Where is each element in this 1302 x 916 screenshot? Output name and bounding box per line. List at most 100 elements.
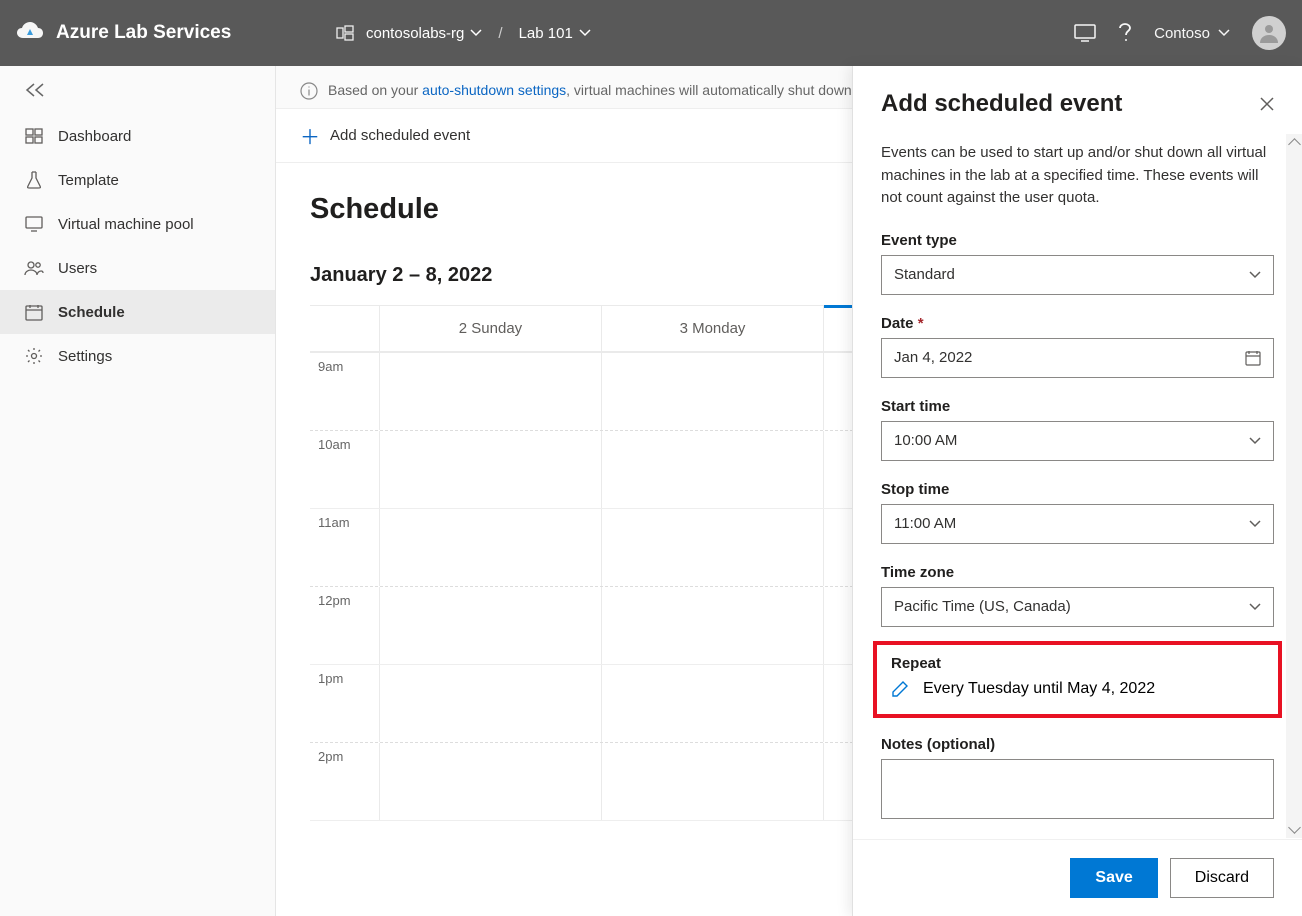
save-button[interactable]: Save — [1070, 858, 1157, 898]
calendar-cell[interactable] — [380, 665, 602, 742]
sidebar-label: Dashboard — [58, 128, 131, 145]
time-label: 9am — [310, 353, 380, 430]
azure-lab-logo-icon — [16, 19, 44, 47]
global-header: Azure Lab Services contosolabs-rg / Lab … — [0, 0, 1302, 66]
field-date: Date * Jan 4, 2022 — [881, 315, 1274, 378]
panel-scrollbar[interactable] — [1286, 134, 1302, 838]
calendar-cell[interactable] — [380, 431, 602, 508]
date-input[interactable]: Jan 4, 2022 — [881, 338, 1274, 378]
product-title: Azure Lab Services — [56, 22, 231, 44]
tenant-label: Contoso — [1154, 25, 1210, 42]
repeat-summary: Every Tuesday until May 4, 2022 — [923, 680, 1155, 698]
sidebar-label: Template — [58, 172, 119, 189]
logo-area: Azure Lab Services — [16, 19, 336, 47]
calendar-cell[interactable] — [380, 353, 602, 430]
sidebar-label: Settings — [58, 348, 112, 365]
chevron-down-icon — [1249, 271, 1261, 279]
chevron-down-icon — [1218, 29, 1230, 37]
breadcrumb-lab[interactable]: Lab 101 — [513, 21, 597, 46]
calendar-cell[interactable] — [380, 509, 602, 586]
sidebar-item-schedule[interactable]: Schedule — [0, 290, 275, 334]
start-time-select[interactable]: 10:00 AM — [881, 421, 1274, 461]
gear-icon — [24, 347, 44, 365]
field-event-type: Event type Standard — [881, 232, 1274, 295]
chevron-down-icon — [470, 29, 482, 37]
event-type-label: Event type — [881, 232, 1274, 249]
calendar-cell[interactable] — [380, 587, 602, 664]
add-event-label: Add scheduled event — [330, 127, 470, 144]
dashboard-icon — [24, 128, 44, 144]
date-label: Date * — [881, 315, 1274, 332]
chevron-double-left-icon — [24, 83, 46, 97]
calendar-cell[interactable] — [380, 743, 602, 820]
tenant-menu[interactable]: Contoso — [1154, 25, 1230, 42]
plus-icon: ＋ — [300, 121, 320, 150]
chevron-down-icon — [1249, 437, 1261, 445]
date-value: Jan 4, 2022 — [894, 349, 1245, 366]
panel-title: Add scheduled event — [881, 90, 1122, 118]
chevron-down-icon — [1249, 603, 1261, 611]
calendar-icon — [1245, 350, 1261, 366]
close-icon — [1260, 97, 1274, 111]
stop-time-select[interactable]: 11:00 AM — [881, 504, 1274, 544]
stop-time-value: 11:00 AM — [894, 515, 956, 532]
resource-group-icon — [336, 25, 354, 41]
notes-label: Notes (optional) — [881, 736, 1274, 753]
calendar-cell[interactable] — [602, 509, 824, 586]
event-type-select[interactable]: Standard — [881, 255, 1274, 295]
time-label: 12pm — [310, 587, 380, 664]
sidebar-item-settings[interactable]: Settings — [0, 334, 275, 378]
calendar-cell[interactable] — [602, 587, 824, 664]
sidebar-item-users[interactable]: Users — [0, 246, 275, 290]
time-label: 2pm — [310, 743, 380, 820]
help-icon[interactable] — [1118, 23, 1132, 43]
breadcrumb-separator: / — [494, 25, 506, 42]
sidebar-item-dashboard[interactable]: Dashboard — [0, 114, 275, 158]
panel-footer: Save Discard — [853, 839, 1302, 916]
field-stop-time: Stop time 11:00 AM — [881, 481, 1274, 544]
calendar-gutter — [310, 306, 380, 351]
calendar-day-header[interactable]: 2 Sunday — [380, 306, 602, 351]
sidebar-item-template[interactable]: Template — [0, 158, 275, 202]
breadcrumb-lab-label: Lab 101 — [519, 25, 573, 42]
monitor-icon[interactable] — [1074, 24, 1096, 42]
timezone-value: Pacific Time (US, Canada) — [894, 598, 1071, 615]
auto-shutdown-link[interactable]: auto-shutdown settings — [422, 82, 566, 98]
add-scheduled-event-button[interactable]: ＋ Add scheduled event — [300, 121, 470, 150]
sidebar-label: Virtual machine pool — [58, 216, 194, 233]
calendar-cell[interactable] — [602, 353, 824, 430]
pencil-icon — [891, 680, 909, 698]
repeat-edit-button[interactable]: Every Tuesday until May 4, 2022 — [891, 680, 1264, 698]
breadcrumb: contosolabs-rg / Lab 101 — [336, 21, 597, 46]
time-label: 10am — [310, 431, 380, 508]
discard-button[interactable]: Discard — [1170, 858, 1274, 898]
field-notes: Notes (optional) — [881, 736, 1274, 819]
panel-description: Events can be used to start up and/or sh… — [881, 142, 1274, 210]
chevron-down-icon — [579, 29, 591, 37]
calendar-day-header[interactable]: 3 Monday — [602, 306, 824, 351]
stop-time-label: Stop time — [881, 481, 1274, 498]
add-event-panel: Add scheduled event Events can be used t… — [852, 66, 1302, 916]
field-start-time: Start time 10:00 AM — [881, 398, 1274, 461]
timezone-label: Time zone — [881, 564, 1274, 581]
flask-icon — [24, 171, 44, 189]
breadcrumb-rg-label: contosolabs-rg — [366, 25, 464, 42]
start-time-label: Start time — [881, 398, 1274, 415]
calendar-cell[interactable] — [602, 743, 824, 820]
person-icon — [1258, 22, 1280, 44]
breadcrumb-resource-group[interactable]: contosolabs-rg — [360, 21, 488, 46]
calendar-cell[interactable] — [602, 431, 824, 508]
user-avatar[interactable] — [1252, 16, 1286, 50]
time-label: 1pm — [310, 665, 380, 742]
notes-textarea[interactable] — [881, 759, 1274, 819]
start-time-value: 10:00 AM — [894, 432, 957, 449]
users-icon — [24, 260, 44, 276]
timezone-select[interactable]: Pacific Time (US, Canada) — [881, 587, 1274, 627]
calendar-cell[interactable] — [602, 665, 824, 742]
field-time-zone: Time zone Pacific Time (US, Canada) — [881, 564, 1274, 627]
sidebar-collapse[interactable] — [0, 66, 275, 114]
sidebar-item-vm-pool[interactable]: Virtual machine pool — [0, 202, 275, 246]
calendar-icon — [24, 304, 44, 321]
sidebar-label: Users — [58, 260, 97, 277]
panel-close-button[interactable] — [1260, 97, 1274, 111]
